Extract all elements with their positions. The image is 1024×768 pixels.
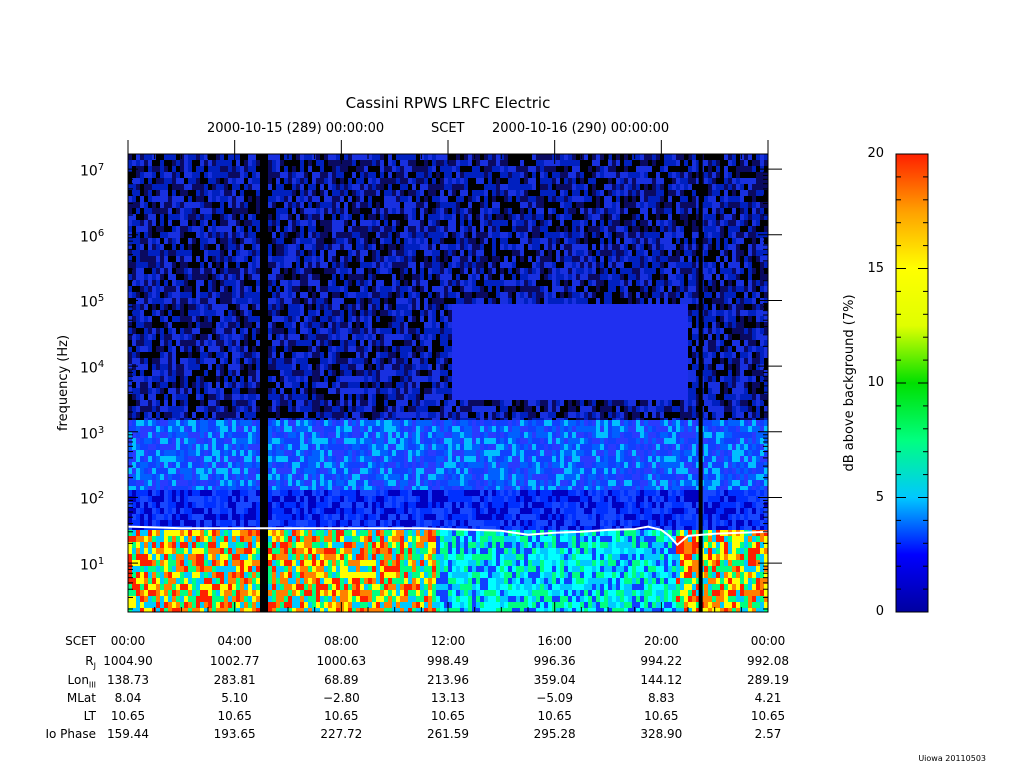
table-row-label: LT bbox=[0, 709, 96, 723]
table-cell: 8.04 bbox=[114, 691, 142, 705]
y-tick-base: 10 bbox=[80, 360, 98, 377]
table-cell: 20:00 bbox=[644, 634, 679, 648]
y-tick-label: 101 bbox=[80, 555, 104, 573]
table-cell: 144.12 bbox=[640, 673, 683, 687]
data-gap-1 bbox=[698, 154, 703, 612]
table-cell: −5.09 bbox=[536, 691, 574, 705]
table-cell: −2.80 bbox=[322, 691, 360, 705]
spectrogram-image bbox=[128, 154, 768, 612]
y-tick-label: 105 bbox=[80, 292, 104, 310]
table-cell: 283.81 bbox=[213, 673, 256, 687]
y-tick-exp: 1 bbox=[97, 556, 105, 568]
table-cell: 10.65 bbox=[430, 709, 466, 723]
colorbar-tick-label: 20 bbox=[867, 146, 884, 161]
colorbar-label: dB above background (7%) bbox=[842, 294, 857, 472]
table-cell: 213.96 bbox=[427, 673, 469, 687]
colorbar-tick-label: 10 bbox=[867, 375, 884, 390]
table-cell: 261.59 bbox=[427, 727, 469, 741]
table-cell: 5.10 bbox=[221, 691, 249, 705]
table-row-label: Io Phase bbox=[0, 727, 96, 741]
y-tick-exp: 6 bbox=[97, 227, 105, 239]
y-tick-label: 102 bbox=[80, 489, 104, 507]
table-cell: 16:00 bbox=[537, 634, 572, 648]
table-cell: 328.90 bbox=[640, 727, 683, 741]
table-cell: 12:00 bbox=[430, 634, 466, 648]
y-tick-exp: 5 bbox=[97, 293, 105, 305]
table-cell: 996.36 bbox=[533, 654, 576, 668]
table-cell: 159.44 bbox=[107, 727, 149, 741]
colorbar-tick-label: 0 bbox=[875, 604, 884, 619]
table-cell: 138.73 bbox=[107, 673, 149, 687]
y-tick-base: 10 bbox=[80, 229, 98, 246]
y-tick-label: 106 bbox=[80, 227, 104, 245]
y-tick-base: 10 bbox=[80, 163, 98, 180]
table-cell: 1004.90 bbox=[103, 654, 153, 668]
table-row-label: RJ bbox=[0, 654, 96, 670]
table-cell: 08:00 bbox=[324, 634, 359, 648]
table-cell: 227.72 bbox=[320, 727, 363, 741]
table-cell: 04:00 bbox=[217, 634, 252, 648]
y-tick-base: 10 bbox=[80, 557, 98, 574]
table-cell: 10.65 bbox=[750, 709, 786, 723]
table-cell: 994.22 bbox=[640, 654, 683, 668]
table-cell: 00:00 bbox=[750, 634, 786, 648]
table-cell: 998.49 bbox=[427, 654, 469, 668]
footer-stamp: Uiowa 20110503 bbox=[918, 754, 986, 763]
y-tick-base: 10 bbox=[80, 426, 98, 443]
y-tick-base: 10 bbox=[80, 492, 98, 509]
table-cell: 10.65 bbox=[110, 709, 146, 723]
table-cell: 4.21 bbox=[754, 691, 782, 705]
colorbar-tick-label: 15 bbox=[867, 260, 884, 276]
table-cell: 193.65 bbox=[213, 727, 256, 741]
table-row-label-text: Lon bbox=[67, 673, 89, 687]
data-gap-0 bbox=[260, 154, 268, 612]
y-axis-label: frequency (Hz) bbox=[56, 334, 71, 432]
y-tick-label: 104 bbox=[80, 358, 104, 376]
y-tick-label: 107 bbox=[80, 161, 104, 179]
table-cell: 1000.63 bbox=[316, 654, 367, 668]
table-cell: 2.57 bbox=[754, 727, 782, 741]
y-tick-exp: 4 bbox=[97, 359, 105, 371]
table-cell: 10.65 bbox=[537, 709, 572, 723]
table-cell: 10.65 bbox=[644, 709, 679, 723]
table-cell: 8.83 bbox=[647, 691, 675, 705]
table-cell: 00:00 bbox=[110, 634, 146, 648]
table-cell: 68.89 bbox=[324, 673, 359, 687]
y-tick-exp: 3 bbox=[97, 424, 105, 436]
table-cell: 13.13 bbox=[430, 691, 466, 705]
y-tick-base: 10 bbox=[80, 295, 98, 312]
table-cell: 992.08 bbox=[747, 654, 789, 668]
y-tick-exp: 2 bbox=[97, 490, 105, 502]
table-cell: 359.04 bbox=[533, 673, 576, 687]
colorbar-tick-label: 5 bbox=[875, 489, 884, 505]
y-tick-exp: 7 bbox=[97, 162, 105, 174]
table-row-label: LonIII bbox=[0, 673, 97, 689]
table-cell: 10.65 bbox=[324, 709, 359, 723]
table-cell: 295.28 bbox=[533, 727, 576, 741]
table-cell: 10.65 bbox=[217, 709, 252, 723]
y-tick-label: 103 bbox=[80, 424, 104, 442]
table-row-label: SCET bbox=[0, 634, 96, 648]
table-cell: 289.19 bbox=[747, 673, 789, 687]
table-cell: 1002.77 bbox=[209, 654, 260, 668]
table-row-label: MLat bbox=[0, 691, 96, 705]
